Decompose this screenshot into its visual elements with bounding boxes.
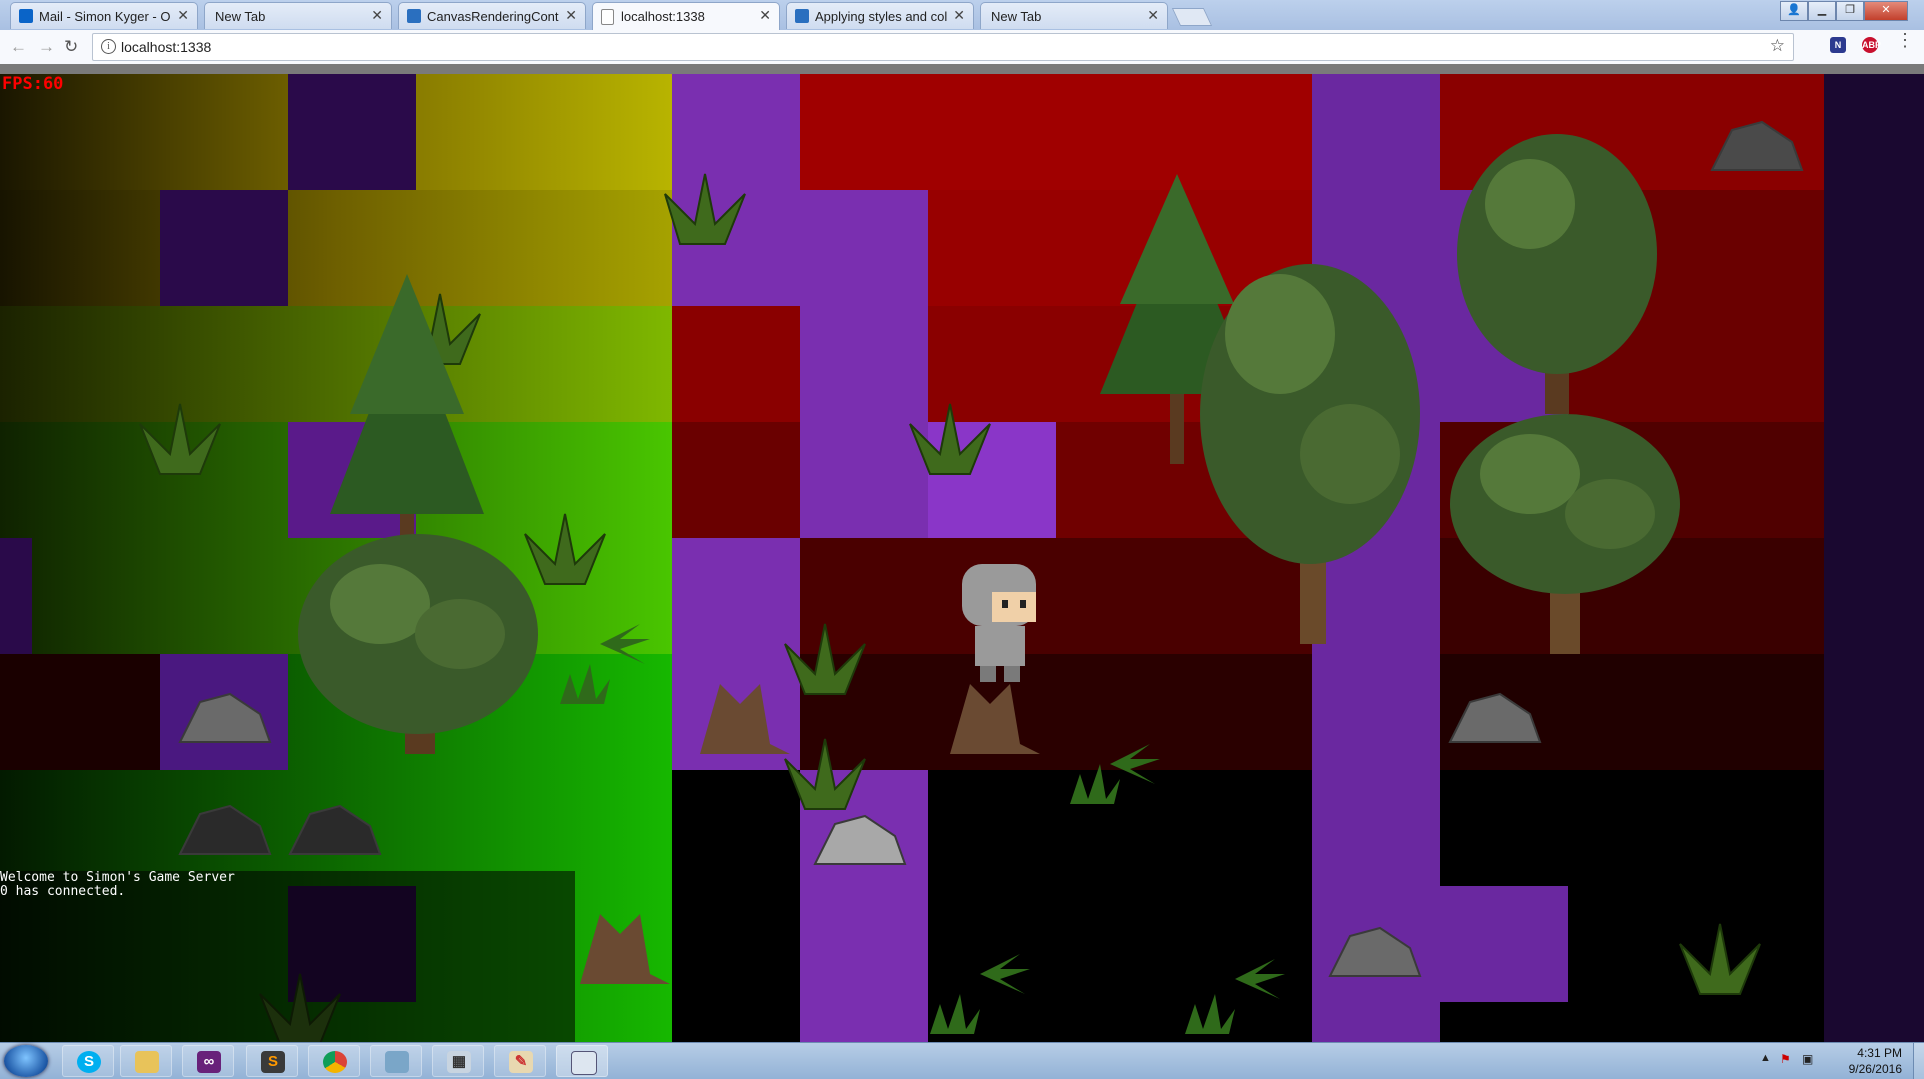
window-close-button[interactable]: ✕ — [1864, 1, 1908, 21]
browser-chrome: Mail - Simon Kyger - Outlook ✕ New Tab ✕… — [0, 0, 1924, 74]
maximize-button[interactable]: ❐ — [1836, 1, 1864, 21]
chrome-icon[interactable] — [308, 1045, 360, 1077]
forward-arrow-icon[interactable]: → — [38, 37, 55, 57]
dark-tile — [672, 770, 800, 1042]
tab-label: CanvasRenderingContext2D — [427, 9, 559, 24]
file-explorer-icon[interactable] — [120, 1045, 172, 1077]
close-icon[interactable]: ✕ — [177, 7, 189, 24]
mdn-icon — [407, 9, 421, 23]
new-tab-button[interactable] — [1171, 8, 1213, 26]
red-tile — [800, 74, 1312, 190]
tab-label: Mail - Simon Kyger - Outlook — [39, 9, 171, 24]
console-line: Welcome to Simon's Game Server — [0, 870, 235, 885]
url-text[interactable]: localhost:1338 — [121, 39, 211, 55]
red-tile — [800, 538, 1312, 654]
adblock-icon[interactable]: ABP — [1862, 37, 1881, 53]
browser-toolbar: ← → ↻ i localhost:1338 ☆ N ABP ⋮ — [0, 30, 1924, 65]
purple-tile — [160, 190, 288, 306]
tab-canvas-docs[interactable]: CanvasRenderingContext2D ✕ — [398, 2, 586, 29]
windows-taskbar: S ∞ S ▦ ✎ ▲ ⚑ ▣ 4:31 PM 9/26/2016 — [0, 1042, 1924, 1079]
tab-strip: Mail - Simon Kyger - Outlook ✕ New Tab ✕… — [0, 0, 1924, 30]
clock-date[interactable]: 9/26/2016 — [1849, 1062, 1902, 1076]
back-arrow-icon[interactable]: ← — [10, 37, 27, 57]
tray-expand-icon[interactable]: ▲ — [1760, 1052, 1771, 1064]
game-canvas[interactable]: FPS:60 Welcome to Simon's Game Server 0 … — [0, 74, 1924, 1042]
system-tray: ▲ ⚑ ▣ 4:31 PM 9/26/2016 — [1684, 1043, 1914, 1079]
fps-counter: FPS:60 — [2, 74, 64, 94]
canvas-top-border — [0, 64, 1924, 74]
start-orb[interactable] — [4, 1045, 48, 1077]
red-tile — [672, 422, 800, 538]
tab-label: New Tab — [215, 9, 266, 24]
tab-label: localhost:1338 — [621, 9, 705, 24]
purple-tile — [0, 538, 32, 654]
purple-tile — [800, 770, 928, 1042]
close-icon[interactable]: ✕ — [371, 7, 383, 24]
close-icon[interactable]: ✕ — [759, 7, 771, 24]
show-desktop-button[interactable] — [1913, 1043, 1924, 1079]
tab-new-1[interactable]: New Tab ✕ — [204, 2, 392, 29]
action-center-icon[interactable]: ⚑ — [1780, 1052, 1791, 1066]
window-app-icon[interactable] — [556, 1045, 608, 1077]
close-icon[interactable]: ✕ — [1147, 7, 1159, 24]
purple-tile — [288, 74, 416, 190]
tab-label: New Tab — [991, 9, 1042, 24]
eraser-app-icon[interactable] — [370, 1045, 422, 1077]
skype-icon[interactable]: S — [62, 1045, 114, 1077]
minimize-button[interactable]: ▁ — [1808, 1, 1836, 21]
menu-icon[interactable]: ⋮ — [1896, 31, 1914, 49]
page-icon — [601, 9, 614, 25]
tab-styles-docs[interactable]: Applying styles and colors ✕ — [786, 2, 974, 29]
close-icon[interactable]: ✕ — [565, 7, 577, 24]
ground-tile — [0, 654, 160, 770]
mdn-icon — [795, 9, 809, 23]
outlook-icon — [19, 9, 33, 23]
info-icon[interactable]: i — [101, 39, 116, 54]
onenote-icon[interactable]: N — [1830, 37, 1846, 53]
red-tile — [800, 654, 1312, 770]
red-tile — [672, 306, 800, 422]
visual-studio-icon[interactable]: ∞ — [182, 1045, 234, 1077]
tab-localhost[interactable]: localhost:1338 ✕ — [592, 2, 780, 30]
paint-icon[interactable]: ✎ — [494, 1045, 546, 1077]
tab-mail[interactable]: Mail - Simon Kyger - Outlook ✕ — [10, 2, 198, 29]
purple-tile — [1824, 74, 1924, 1042]
reload-icon[interactable]: ↻ — [64, 37, 78, 57]
bookmark-star-icon[interactable]: ☆ — [1770, 36, 1785, 56]
clock-time[interactable]: 4:31 PM — [1857, 1046, 1902, 1060]
dark-tile — [1440, 770, 1824, 886]
tab-label: Applying styles and colors — [815, 9, 947, 24]
sublime-text-icon[interactable]: S — [246, 1045, 298, 1077]
close-icon[interactable]: ✕ — [953, 7, 965, 24]
address-bar[interactable]: i localhost:1338 ☆ — [92, 33, 1794, 61]
ground-tile — [0, 306, 672, 422]
network-icon[interactable]: ▣ — [1802, 1052, 1813, 1066]
window-user-button[interactable]: 👤 — [1780, 1, 1808, 21]
purple-tile — [800, 190, 928, 538]
calculator-icon[interactable]: ▦ — [432, 1045, 484, 1077]
purple-tile — [1440, 886, 1568, 1002]
console-line: 0 has connected. — [0, 884, 126, 899]
tab-new-2[interactable]: New Tab ✕ — [980, 2, 1168, 29]
ground-tile — [0, 190, 672, 306]
chat-console: Welcome to Simon's Game Server 0 has con… — [0, 871, 575, 1042]
